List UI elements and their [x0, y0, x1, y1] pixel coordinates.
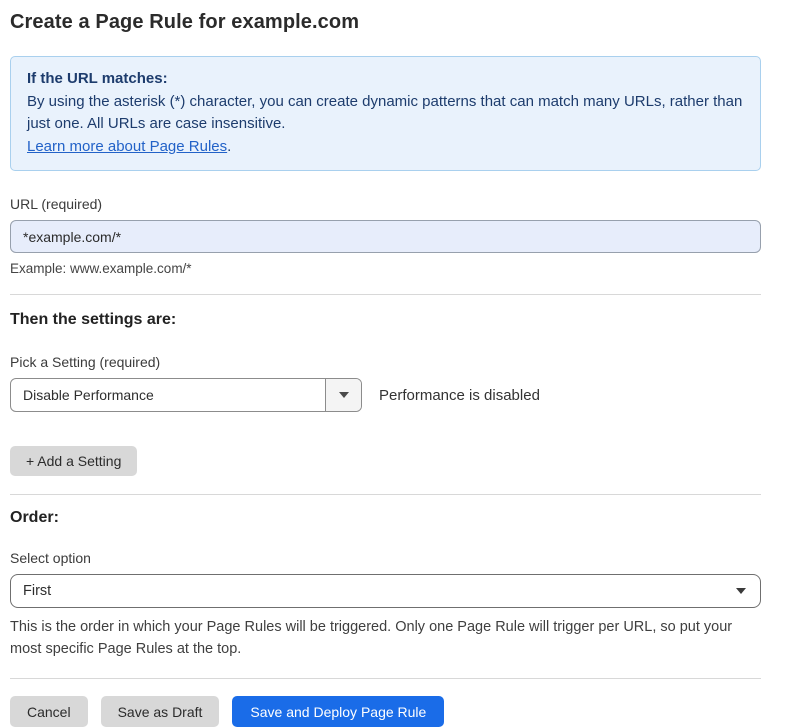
save-and-deploy-button[interactable]: Save and Deploy Page Rule [232, 696, 444, 727]
caret-down-icon [339, 392, 349, 398]
info-box-body: By using the asterisk (*) character, you… [27, 91, 744, 136]
add-setting-button[interactable]: + Add a Setting [10, 446, 137, 476]
pick-setting-label: Pick a Setting (required) [10, 354, 761, 370]
info-box-link-line: Learn more about Page Rules. [27, 136, 744, 159]
url-field-label: URL (required) [10, 196, 761, 212]
url-input[interactable] [10, 220, 761, 253]
url-example-text: Example: www.example.com/* [10, 261, 761, 276]
setting-status-text: Performance is disabled [379, 387, 540, 404]
settings-section-heading: Then the settings are: [10, 311, 761, 329]
order-select[interactable]: First [10, 574, 761, 608]
footer-actions: Cancel Save as Draft Save and Deploy Pag… [10, 696, 761, 727]
page-title: Create a Page Rule for example.com [10, 11, 761, 34]
page-rule-form: Create a Page Rule for example.com If th… [0, 0, 790, 727]
order-section-heading: Order: [10, 509, 761, 527]
caret-down-icon [736, 588, 746, 594]
setting-select[interactable]: Disable Performance [10, 378, 362, 412]
setting-select-value: Disable Performance [11, 379, 325, 411]
cancel-button[interactable]: Cancel [10, 696, 88, 727]
info-box-heading: If the URL matches: [27, 68, 744, 91]
order-select-label: Select option [10, 550, 761, 566]
divider [10, 494, 761, 495]
link-suffix: . [227, 138, 231, 155]
setting-select-dropdown-button[interactable] [325, 379, 361, 411]
learn-more-link[interactable]: Learn more about Page Rules [27, 138, 227, 155]
url-match-info-box: If the URL matches: By using the asteris… [10, 56, 761, 171]
setting-picker-row: Disable Performance Performance is disab… [10, 378, 761, 412]
divider [10, 678, 761, 679]
order-help-text: This is the order in which your Page Rul… [10, 616, 761, 660]
order-select-value: First [23, 583, 736, 599]
divider [10, 294, 761, 295]
save-as-draft-button[interactable]: Save as Draft [101, 696, 220, 727]
